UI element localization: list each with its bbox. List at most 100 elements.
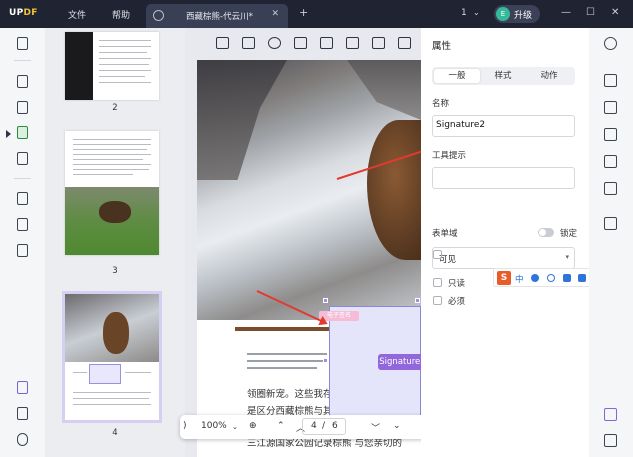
tab-action[interactable]: 动作: [526, 69, 572, 83]
tab-style[interactable]: 样式: [480, 69, 526, 83]
fill-sign-icon[interactable]: [15, 151, 30, 166]
protect-icon[interactable]: [604, 128, 617, 141]
zoom-dropdown-icon[interactable]: ⌄: [232, 423, 238, 431]
radio-button-tool-icon[interactable]: [268, 37, 281, 49]
bear-image: [367, 120, 421, 260]
edit-pdf-icon[interactable]: [15, 100, 30, 115]
text-field-icon[interactable]: [216, 37, 229, 49]
tooltip-input[interactable]: [432, 167, 575, 189]
bear-photo: [197, 60, 421, 320]
divider: [14, 178, 31, 179]
chevron-down-icon[interactable]: ⌄: [473, 8, 480, 17]
save-icon[interactable]: [604, 217, 617, 230]
zoom-in-icon[interactable]: ⊕: [249, 421, 257, 431]
readonly-checkbox[interactable]: [433, 278, 442, 287]
required-checkbox[interactable]: [433, 296, 442, 305]
hidden-spacer: [433, 250, 442, 259]
title-bar: UPDF 文件 帮助 西藏棕熊-代云川* ✕ + 1 ⌄ E 升级 — ☐ ✕: [0, 0, 633, 28]
lock-label: 锁定: [560, 229, 578, 239]
thumbnail-image: [65, 187, 159, 255]
tab-general[interactable]: 一般: [434, 69, 480, 83]
form-toolbar: [185, 28, 421, 58]
document-tab[interactable]: 西藏棕熊-代云川* ✕: [146, 4, 288, 28]
form-field-label: 表单域: [432, 229, 458, 239]
checkbox-tool-icon[interactable]: [242, 37, 255, 49]
right-toolbar: [589, 28, 633, 457]
thumbnail-page-2[interactable]: [65, 32, 159, 100]
tab-count[interactable]: 1: [461, 8, 467, 18]
last-page-icon[interactable]: ⌄: [393, 421, 401, 431]
zoom-level[interactable]: 100%: [201, 421, 227, 431]
microphone-icon[interactable]: [563, 274, 571, 282]
search-icon[interactable]: [604, 37, 617, 50]
document-tab-title: 西藏棕熊-代云川*: [186, 12, 253, 22]
app-logo: UPDF: [9, 8, 38, 18]
pdf-page[interactable]: 领圈新宠。这些我存的特征。一合影冤和 是区分西藏棕熊与其他棕熊 棕熊每天饮 三江…: [197, 60, 421, 457]
resize-handle[interactable]: [415, 298, 420, 303]
layers-icon[interactable]: [15, 380, 30, 395]
name-label: 名称: [432, 99, 450, 109]
first-page-icon[interactable]: ⌃: [277, 421, 285, 431]
keyboard-icon[interactable]: [578, 274, 586, 282]
prepare-form-icon[interactable]: [15, 125, 30, 140]
share-icon[interactable]: [604, 155, 617, 168]
total-pages: 6: [332, 421, 338, 431]
reader-mode-icon[interactable]: [15, 36, 30, 51]
upgrade-button[interactable]: E 升级: [494, 5, 540, 23]
thumbnail-field: [89, 364, 121, 384]
dropdown-tool-icon[interactable]: [294, 37, 307, 49]
crop-icon[interactable]: [15, 217, 30, 232]
visibility-select[interactable]: 可见 ▾: [432, 247, 575, 269]
chevron-left-icon[interactable]: ): [183, 421, 187, 431]
ime-mode[interactable]: 中: [515, 273, 524, 285]
close-window-button[interactable]: ✕: [611, 7, 619, 18]
convert-icon[interactable]: [604, 101, 617, 114]
signature-field-label[interactable]: Signature2: [378, 354, 421, 370]
thumbnail-page-number: 4: [112, 428, 118, 438]
date-tool-icon[interactable]: [398, 37, 411, 49]
required-label: 必须: [448, 297, 466, 307]
ocr-icon[interactable]: [604, 74, 617, 87]
resize-handle[interactable]: [323, 298, 328, 303]
thumbnail-page-number: 2: [112, 103, 118, 113]
resize-handle[interactable]: [323, 358, 328, 363]
thumbnail-page-4[interactable]: [62, 291, 162, 423]
readonly-label: 只读: [448, 279, 466, 289]
attachment-icon[interactable]: [15, 432, 30, 447]
emoji-icon[interactable]: [547, 274, 555, 282]
document-view[interactable]: 领圈新宠。这些我存的特征。一合影冤和 是区分西藏棕熊与其他棕熊 棕熊每天饮 三江…: [185, 28, 421, 457]
properties-panel: 属性 一般 样式 动作 名称 Signature2 工具提示 表单域 锁定 可见…: [421, 28, 589, 457]
upgrade-label: 升级: [514, 11, 533, 21]
thumbnail-page-3[interactable]: [65, 131, 159, 255]
list-box-tool-icon[interactable]: [320, 37, 333, 49]
maximize-button[interactable]: ☐: [586, 7, 595, 18]
zoom-toolbar: ) 100% ⌄ ⊕ ⌃ ︿ 4 / 6 ﹀ ⌄ ✕: [180, 415, 438, 439]
divider: [14, 60, 31, 61]
ai-assistant-icon[interactable]: [604, 408, 617, 421]
comment-list-icon[interactable]: [604, 434, 617, 447]
menu-file[interactable]: 文件: [68, 8, 86, 21]
chevron-down-icon: ▾: [565, 253, 569, 261]
next-page-icon[interactable]: ﹀: [371, 421, 380, 434]
panel-title: 属性: [432, 41, 452, 52]
current-page-input[interactable]: 4: [311, 421, 317, 431]
lock-toggle[interactable]: [538, 228, 554, 237]
minimize-button[interactable]: —: [561, 7, 571, 18]
left-toolbar: [0, 28, 45, 457]
avatar: E: [496, 7, 510, 21]
name-input[interactable]: Signature2: [432, 115, 575, 137]
tools-icon[interactable]: [15, 243, 30, 258]
tooltip-label: 工具提示: [432, 151, 467, 161]
new-tab-button[interactable]: +: [299, 6, 308, 19]
bookmark-icon[interactable]: [15, 406, 30, 421]
button-tool-icon[interactable]: [346, 37, 359, 49]
organize-pages-icon[interactable]: [15, 191, 30, 206]
menu-help[interactable]: 帮助: [112, 8, 130, 21]
email-icon[interactable]: [604, 182, 617, 195]
punctuation-icon[interactable]: [531, 274, 539, 282]
comment-tool-icon[interactable]: [15, 74, 30, 89]
page-separator: /: [322, 421, 326, 431]
image-tool-icon[interactable]: [372, 37, 385, 49]
thumbnail-image: [65, 32, 93, 100]
close-tab-icon[interactable]: ✕: [271, 9, 279, 19]
